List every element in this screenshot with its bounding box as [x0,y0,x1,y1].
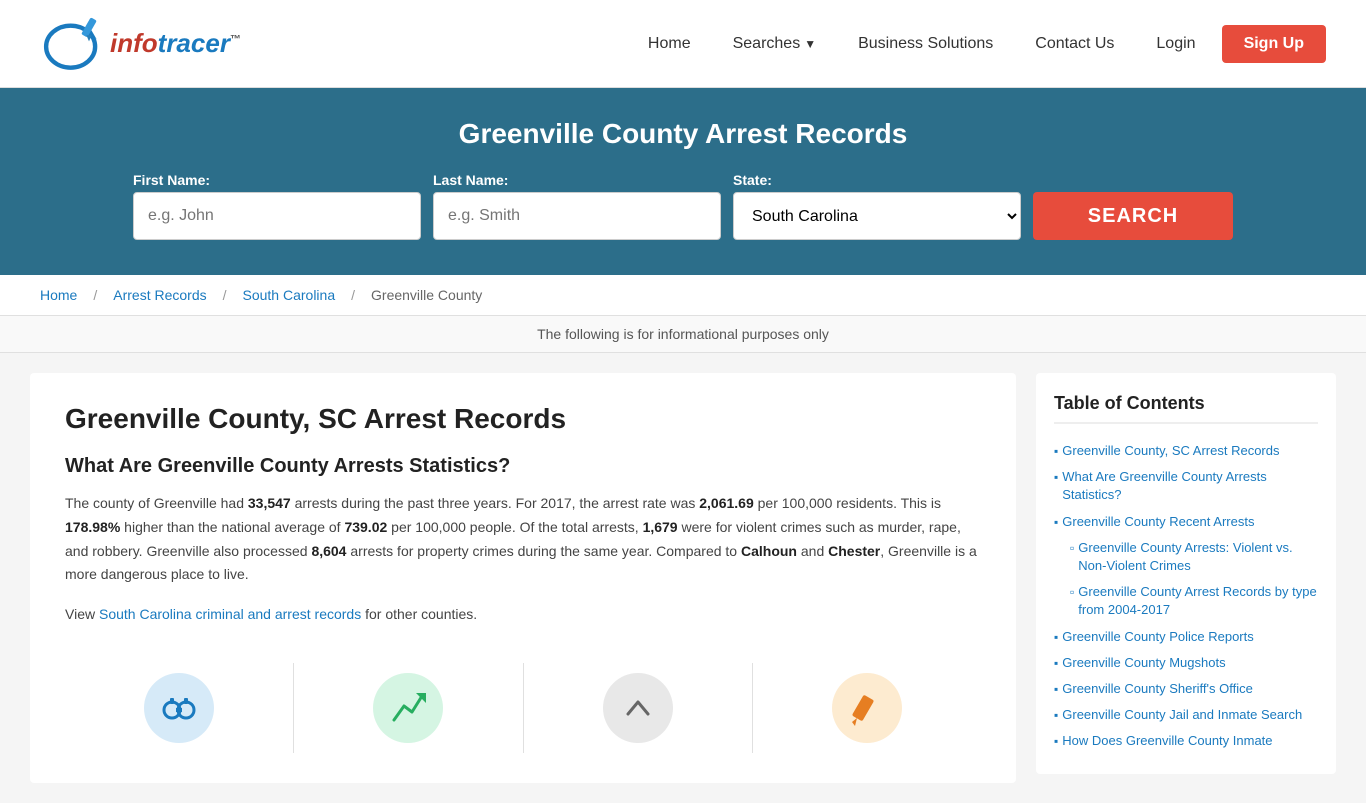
nav-searches[interactable]: Searches ▼ [717,27,832,61]
view-sc-records: View South Carolina criminal and arrest … [65,603,981,627]
toc-link[interactable]: Greenville County Arrests: Violent vs. N… [1078,539,1318,575]
scroll-top-icon [603,673,673,743]
article-section: Greenville County, SC Arrest Records Wha… [30,373,1016,783]
nav-home[interactable]: Home [632,27,707,61]
toc-item: Greenville County Mugshots [1054,650,1318,676]
toc-link[interactable]: Greenville County Mugshots [1062,654,1225,672]
main-content: Greenville County, SC Arrest Records Wha… [0,353,1366,803]
main-nav: Home Searches ▼ Business Solutions Conta… [632,25,1326,63]
stat-chester: Chester [828,543,880,559]
stat-calhoun: Calhoun [741,543,797,559]
searches-chevron-icon: ▼ [804,37,816,51]
logo-icon [40,9,110,79]
breadcrumb-sep-2: / [223,287,227,303]
banner-title: Greenville County Arrest Records [40,118,1326,150]
state-label: State: [733,172,1021,188]
toc-item: Greenville County Arrest Records by type… [1054,579,1318,623]
stats-heading: What Are Greenville County Arrests Stati… [65,455,981,478]
icon-pen [753,663,981,753]
toc-item: Greenville County Police Reports [1054,624,1318,650]
toc-link[interactable]: What Are Greenville County Arrests Stati… [1062,468,1318,504]
stat-violent: 1,679 [643,519,678,535]
pen-icon [832,673,902,743]
breadcrumb-home[interactable]: Home [40,287,77,303]
toc-link[interactable]: Greenville County Police Reports [1062,628,1253,646]
last-name-label: Last Name: [433,172,721,188]
main-heading: Greenville County, SC Arrest Records [65,403,981,435]
toc-link[interactable]: Greenville County Arrest Records by type… [1078,583,1318,619]
info-bar-text: The following is for informational purpo… [537,326,829,342]
toc-section: Table of Contents Greenville County, SC … [1036,373,1336,774]
toc-item: Greenville County Arrests: Violent vs. N… [1054,535,1318,579]
nav-business-solutions[interactable]: Business Solutions [842,27,1009,61]
toc-item: Greenville County, SC Arrest Records [1054,438,1318,464]
info-bar: The following is for informational purpo… [0,316,1366,353]
nav-contact-us[interactable]: Contact Us [1019,27,1130,61]
state-select[interactable]: AlabamaAlaskaArizonaArkansasCaliforniaCo… [733,192,1021,240]
arrests-icon [144,673,214,743]
toc-item: Greenville County Recent Arrests [1054,509,1318,535]
first-name-group: First Name: [133,172,421,240]
breadcrumb-south-carolina[interactable]: South Carolina [243,287,336,303]
toc-link[interactable]: Greenville County Recent Arrests [1062,513,1254,531]
last-name-group: Last Name: [433,172,721,240]
toc-item: What Are Greenville County Arrests Stati… [1054,464,1318,508]
first-name-input[interactable] [133,192,421,240]
icon-arrests [65,663,294,753]
logo-text: infotracer™ [110,28,241,59]
icons-row [65,643,981,753]
sc-records-link[interactable]: South Carolina criminal and arrest recor… [99,606,361,622]
signup-button[interactable]: Sign Up [1222,25,1326,63]
state-group: State: AlabamaAlaskaArizonaArkansasCalif… [733,172,1021,240]
arrow-up-icon [388,688,428,728]
breadcrumb-arrest-records[interactable]: Arrest Records [113,287,206,303]
last-name-input[interactable] [433,192,721,240]
stats-paragraph: The county of Greenville had 33,547 arre… [65,492,981,587]
header: infotracer™ Home Searches ▼ Business Sol… [0,0,1366,88]
breadcrumb-sep-1: / [93,287,97,303]
stats-icon [373,673,443,743]
stat-higher-pct: 178.98% [65,519,120,535]
handcuffs-icon [159,688,199,728]
first-name-label: First Name: [133,172,421,188]
breadcrumb-sep-3: / [351,287,355,303]
stat-national-avg: 739.02 [344,519,387,535]
breadcrumb-greenville-county: Greenville County [371,287,482,303]
stat-total-arrests: 33,547 [248,495,291,511]
stat-arrest-rate: 2,061.69 [699,495,754,511]
toc-item: Greenville County Sheriff's Office [1054,676,1318,702]
toc-link[interactable]: How Does Greenville County Inmate [1062,732,1272,750]
search-button[interactable]: SEARCH [1033,192,1233,240]
toc-link[interactable]: Greenville County Jail and Inmate Search [1062,706,1302,724]
logo-area: infotracer™ [40,9,241,79]
toc-item: Greenville County Jail and Inmate Search [1054,702,1318,728]
toc-link[interactable]: Greenville County, SC Arrest Records [1062,442,1279,460]
chevron-up-icon [618,688,658,728]
stat-property: 8,604 [311,543,346,559]
breadcrumb: Home / Arrest Records / South Carolina /… [0,275,1366,316]
search-form: First Name: Last Name: State: AlabamaAla… [133,172,1233,240]
toc-link[interactable]: Greenville County Sheriff's Office [1062,680,1253,698]
toc-list: Greenville County, SC Arrest Records What… [1054,438,1318,754]
search-banner: Greenville County Arrest Records First N… [0,88,1366,275]
icon-stats [294,663,523,753]
icon-scroll-top[interactable] [524,663,753,753]
toc-title: Table of Contents [1054,393,1318,424]
nav-login[interactable]: Login [1140,27,1211,61]
edit-icon [847,688,887,728]
toc-item: How Does Greenville County Inmate [1054,728,1318,754]
